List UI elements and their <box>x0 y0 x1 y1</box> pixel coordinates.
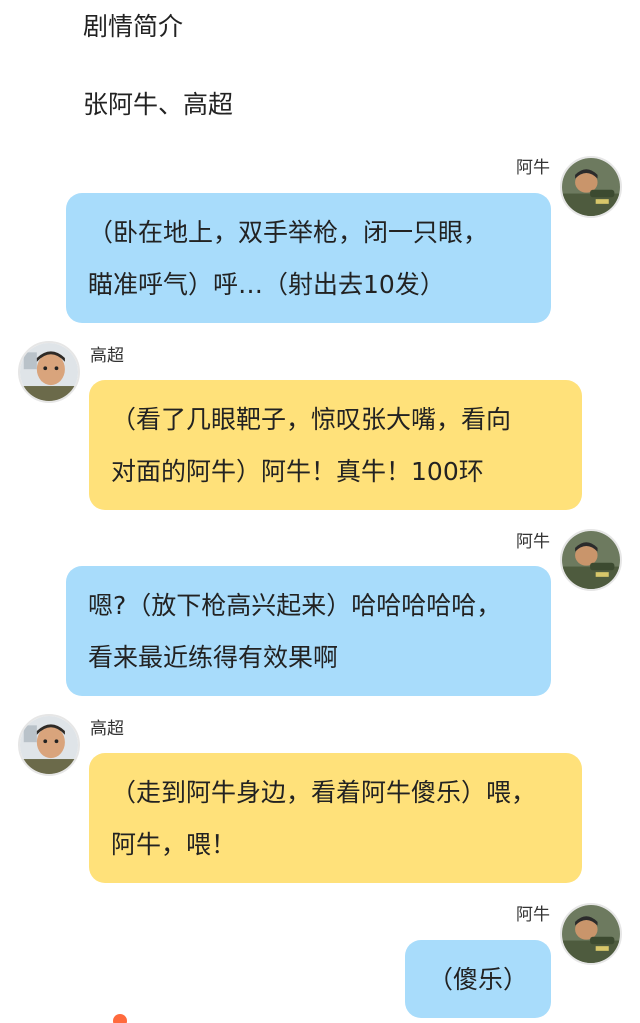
gaochao-avatar[interactable] <box>18 341 80 403</box>
message-bubble: （卧在地上，双手举枪，闭一只眼， 瞄准呼气）呼…（射出去10发） <box>66 193 551 323</box>
message-bubble: （走到阿牛身边，看着阿牛傻乐）喂， 阿牛，喂！ <box>89 753 582 883</box>
speaker-name: 高超 <box>90 719 124 739</box>
message-line: （傻乐） <box>427 965 528 994</box>
message-line: 瞄准呼气）呼…（射出去10发） <box>88 270 445 299</box>
message-bubble: 嗯?（放下枪高兴起来）哈哈哈哈哈， 看来最近练得有效果啊 <box>66 566 551 696</box>
aniu-avatar[interactable] <box>560 529 622 591</box>
gaochao-avatar[interactable] <box>18 714 80 776</box>
speaker-name: 阿牛 <box>516 532 550 552</box>
speaker-name: 高超 <box>90 346 124 366</box>
message-line: 看来最近练得有效果啊 <box>88 643 339 672</box>
message-bubble: （傻乐） <box>405 940 551 1018</box>
message-line: （看了几眼靶子，惊叹张大嘴，看向 <box>111 405 512 434</box>
message-line: （走到阿牛身边，看着阿牛傻乐）喂， <box>111 778 537 807</box>
speaker-name: 阿牛 <box>516 158 550 178</box>
message-line: 阿牛，喂！ <box>111 830 237 859</box>
speaker-name: 阿牛 <box>516 905 550 925</box>
message-line: （卧在地上，双手举枪，闭一只眼， <box>88 218 489 247</box>
notification-dot <box>113 1014 127 1023</box>
aniu-avatar[interactable] <box>560 903 622 965</box>
chat-page: 剧情简介 张阿牛、高超 阿牛 （卧在地上，双手举枪，闭一只眼， 瞄准呼气）呼…（… <box>0 0 640 1023</box>
aniu-avatar[interactable] <box>560 156 622 218</box>
message-line: 嗯?（放下枪高兴起来）哈哈哈哈哈， <box>88 591 502 620</box>
message-line: 对面的阿牛）阿牛！真牛！100环 <box>111 457 484 486</box>
message-bubble: （看了几眼靶子，惊叹张大嘴，看向 对面的阿牛）阿牛！真牛！100环 <box>89 380 582 510</box>
section-title: 剧情简介 <box>83 12 184 41</box>
characters-line: 张阿牛、高超 <box>83 90 234 119</box>
